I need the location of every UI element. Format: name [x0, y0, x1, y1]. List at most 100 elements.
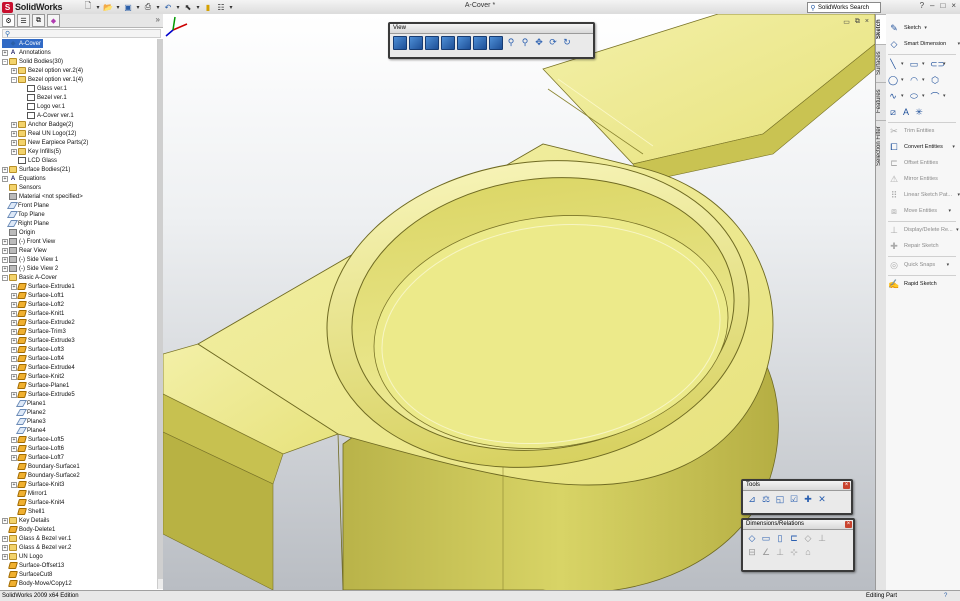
chevron-down-icon[interactable]: ▾: [947, 262, 950, 268]
property-manager-tab-icon[interactable]: ☰: [17, 14, 30, 27]
import-diagnostics-icon[interactable]: ✚: [802, 493, 814, 505]
save-dropdown-icon[interactable]: ▾: [135, 1, 141, 13]
tree-node[interactable]: + Real UN Logo(12): [11, 129, 76, 138]
tree-node[interactable]: Material <not specified>: [2, 192, 83, 201]
bottom-view-icon[interactable]: [473, 36, 487, 50]
chevron-down-icon[interactable]: ▾: [924, 25, 927, 31]
expand-icon[interactable]: +: [11, 355, 17, 362]
tree-node[interactable]: + Surface-Loft2: [11, 300, 64, 309]
left-view-icon[interactable]: [425, 36, 439, 50]
expand-icon[interactable]: +: [2, 535, 8, 542]
trim-entities-button[interactable]: ✂ Trim Entities: [888, 125, 934, 137]
tree-node[interactable]: + UN Logo: [2, 552, 43, 561]
expand-icon[interactable]: +: [11, 139, 17, 146]
tree-node[interactable]: + Surface-Loft1: [11, 291, 64, 300]
expand-icon[interactable]: +: [11, 364, 17, 371]
tree-node[interactable]: + Bezel option ver.2(4): [11, 66, 83, 75]
minimize-button[interactable]: –: [930, 1, 934, 10]
expand-icon[interactable]: +: [11, 67, 17, 74]
help-button[interactable]: ?: [920, 1, 924, 10]
rectangle-icon[interactable]: ▭: [909, 59, 919, 70]
zoom-to-fit-icon[interactable]: ⚲: [505, 36, 517, 48]
isometric-view-icon[interactable]: [489, 36, 503, 50]
redraw-icon[interactable]: ↻: [561, 36, 573, 48]
tree-node[interactable]: Bezel ver.1: [20, 93, 67, 102]
tree-node[interactable]: + Surface-Loft5: [11, 435, 64, 444]
expand-icon[interactable]: +: [2, 238, 8, 245]
tree-node[interactable]: Boundary-Surface1: [11, 462, 80, 471]
print-dropdown-icon[interactable]: ▾: [155, 1, 161, 13]
arc-icon[interactable]: ◠: [909, 75, 919, 86]
expand-icon[interactable]: +: [2, 166, 8, 173]
expand-icon[interactable]: +: [11, 292, 17, 299]
expand-icon[interactable]: +: [11, 454, 17, 461]
tools-toolbar-header[interactable]: Tools ×: [743, 481, 851, 491]
ordinate-dimension-icon[interactable]: ⊟: [746, 546, 758, 558]
tree-node[interactable]: + Glass & Bezel ver.1: [2, 534, 71, 543]
tree-node[interactable]: − Bezel option ver.1(4): [11, 75, 83, 84]
tree-node[interactable]: + Anchor Badge(2): [11, 120, 73, 129]
select-icon[interactable]: ⬉: [182, 1, 194, 13]
sketch-plane-icon[interactable]: ⧄: [888, 107, 898, 118]
line-icon[interactable]: ╲: [888, 59, 898, 70]
tree-node[interactable]: Surface-Plane1: [11, 381, 69, 390]
close-view-icon[interactable]: ×: [865, 18, 869, 26]
expand-icon[interactable]: +: [11, 481, 17, 488]
zoom-to-area-icon[interactable]: ⚲: [519, 36, 531, 48]
mass-properties-icon[interactable]: ⚖: [760, 493, 772, 505]
chevron-down-icon[interactable]: ▾: [949, 208, 952, 214]
right-view-icon[interactable]: [441, 36, 455, 50]
tree-node[interactable]: Surface-Knit4: [11, 498, 64, 507]
tree-node[interactable]: + Surface-Loft7: [11, 453, 64, 462]
expand-icon[interactable]: +: [11, 310, 17, 317]
chevron-down-icon[interactable]: ▾: [952, 144, 955, 150]
close-icon[interactable]: ×: [843, 482, 850, 489]
chevron-down-icon[interactable]: ▾: [922, 93, 927, 99]
ellipse-icon[interactable]: ⬭: [909, 91, 919, 102]
tree-node[interactable]: Plane1: [11, 399, 46, 408]
more-tabs-button[interactable]: »: [156, 15, 160, 24]
open-icon[interactable]: 📂: [102, 1, 114, 13]
expand-icon[interactable]: +: [2, 256, 8, 263]
chamfer-dimension-icon[interactable]: ⊥: [774, 546, 786, 558]
tree-node[interactable]: Origin: [2, 228, 35, 237]
expand-icon[interactable]: +: [2, 265, 8, 272]
tree-node[interactable]: + Surface-Loft4: [11, 354, 64, 363]
scan-equal-icon[interactable]: ⌂: [802, 546, 814, 558]
point-icon[interactable]: ✳: [914, 107, 924, 118]
expand-icon[interactable]: +: [11, 319, 17, 326]
tree-node[interactable]: + Surface-Extrude2: [11, 318, 75, 327]
expand-icon[interactable]: +: [11, 346, 17, 353]
new-dropdown-icon[interactable]: ▾: [95, 1, 101, 13]
collapse-icon[interactable]: −: [2, 58, 8, 65]
spline-icon[interactable]: ∿: [888, 91, 898, 102]
tree-node[interactable]: LCD Glass: [11, 156, 57, 165]
tree-node[interactable]: + (-) Side View 2: [2, 264, 58, 273]
top-view-icon[interactable]: [457, 36, 471, 50]
angular-dimension-icon[interactable]: ∠: [760, 546, 772, 558]
move-entities-button[interactable]: ⧈ Move Entities ▾: [888, 205, 951, 217]
tree-node[interactable]: Surface-Offset13: [2, 561, 64, 570]
close-icon[interactable]: ×: [845, 521, 852, 528]
collapse-icon[interactable]: −: [2, 274, 8, 281]
fillet-icon[interactable]: ⌒: [930, 90, 940, 103]
expand-icon[interactable]: +: [11, 337, 17, 344]
tree-node[interactable]: Mirror1: [11, 489, 47, 498]
chevron-down-icon[interactable]: ▾: [943, 93, 948, 99]
close-button[interactable]: ×: [951, 1, 956, 10]
tree-node[interactable]: ◆ A-Cover: [2, 39, 44, 48]
rotate-icon[interactable]: ⟳: [547, 36, 559, 48]
tree-node[interactable]: + Surface-Knit2: [11, 372, 64, 381]
expand-icon[interactable]: +: [2, 247, 8, 254]
dimensions-toolbar-header[interactable]: Dimensions/Relations ×: [743, 520, 853, 530]
feature-manager-tab-icon[interactable]: ⚙: [2, 14, 15, 27]
expand-icon[interactable]: +: [2, 517, 8, 524]
tree-node[interactable]: + Surface-Extrude1: [11, 282, 75, 291]
display-delete-relations-button[interactable]: ⊥ Display/Delete Re... ▾: [888, 224, 959, 236]
tree-node[interactable]: + Glass & Bezel ver.2: [2, 543, 71, 552]
tree-node[interactable]: + (-) Side View 1: [2, 255, 58, 264]
tree-node[interactable]: Glass ver.1: [20, 84, 67, 93]
section-properties-icon[interactable]: ◱: [774, 493, 786, 505]
restore-button[interactable]: □: [940, 1, 945, 10]
tree-node[interactable]: − Basic A-Cover: [2, 273, 57, 282]
